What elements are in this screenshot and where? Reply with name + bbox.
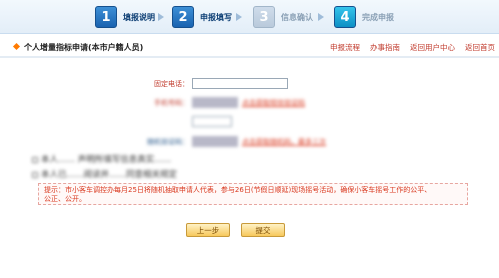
step-progress-bar: 1 填报说明 2 申报填写 3 信息确认 4 完成申报 [0,0,499,34]
agree-checkbox-1[interactable] [32,156,38,163]
link-home[interactable]: 返回首页 [465,42,495,53]
step-3-label: 信息确认 [281,12,313,22]
notice-line-2: 公正、公开。 [44,195,86,203]
submit-button[interactable]: 提交 [241,223,285,237]
step-arrow-icon [158,13,164,21]
link-guide[interactable]: 办事指南 [370,42,400,53]
random-code-input[interactable] [192,136,238,147]
random-code-label: 随机验证码： [147,138,189,146]
link-user-center[interactable]: 返回用户中心 [410,42,455,53]
mobile-row: 手机号码： 点击获取短信验证码 [0,97,499,109]
sms-row [0,116,499,128]
agreement-line-1: 本人…… 声明所填写信息真实…… [32,153,472,165]
step-1-number: 1 [95,6,117,28]
step-1: 1 填报说明 [95,5,155,29]
page: 1 填报说明 2 申报填写 3 信息确认 4 完成申报 个人增量指标申请(本市户… [0,0,499,278]
agreement-text-1: 本人…… 声明所填写信息真实…… [41,155,172,165]
phone-row: 固定电话： [0,78,499,90]
step-2: 2 申报填写 [172,5,232,29]
step-2-number: 2 [172,6,194,28]
sms-code-input[interactable] [192,116,232,127]
phone-label: 固定电话： [154,80,189,88]
step-1-label: 填报说明 [123,12,155,22]
step-arrow-icon [318,13,324,21]
mobile-label: 手机号码： [154,99,189,107]
get-random-code-link[interactable]: 点击获取随机码，最多三次 [242,137,326,147]
agreement-text-2: 本人已……阅读并……同意相关规定 [41,170,178,180]
step-3: 3 信息确认 [253,5,313,29]
step-arrow-icon [236,13,242,21]
random-code-row: 随机验证码： 点击获取随机码，最多三次 [0,136,499,148]
mobile-input[interactable] [192,97,238,108]
get-sms-code-link[interactable]: 点击获取短信验证码 [242,98,305,108]
prev-step-button[interactable]: 上一步 [186,223,230,237]
diamond-bullet-icon [12,42,21,51]
agree-checkbox-2[interactable] [32,171,38,178]
link-apply-process[interactable]: 申报流程 [330,42,360,53]
header-links: 申报流程 办事指南 返回用户中心 返回首页 [330,42,495,53]
page-title: 个人增量指标申请(本市户籍人员) [24,43,144,52]
step-2-label: 申报填写 [200,12,232,22]
step-4-number: 4 [334,6,356,28]
agreement-line-2: 本人已……阅读并……同意相关规定 [32,168,472,180]
step-4: 4 完成申报 [334,5,394,29]
notice-line-1: 提示：市小客车调控办每月25日将随机抽取申请人代表，参与26日(节假日顺延)现场… [44,186,432,194]
phone-input[interactable] [192,78,288,89]
step-4-label: 完成申报 [362,12,394,22]
step-3-number: 3 [253,6,275,28]
notice-box: 提示：市小客车调控办每月25日将随机抽取申请人代表，参与26日(节假日顺延)现场… [38,183,468,205]
section-header: 个人增量指标申请(本市户籍人员) 申报流程 办事指南 返回用户中心 返回首页 [0,38,499,58]
